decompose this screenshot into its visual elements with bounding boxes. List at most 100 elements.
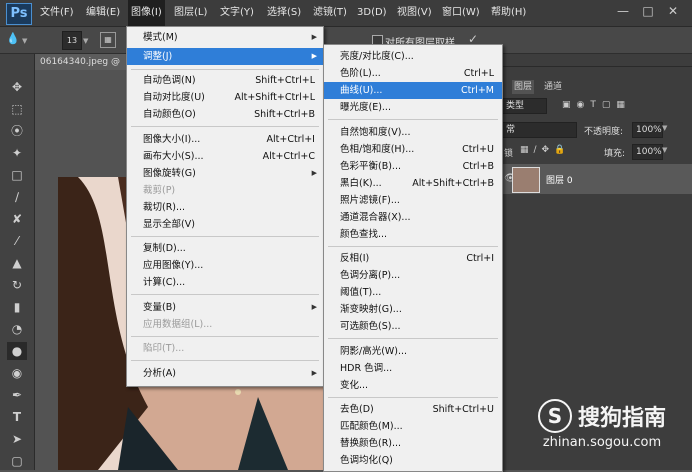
menu-item-mode[interactable]: 模式(M): [127, 29, 323, 46]
menu-item-gradient-map[interactable]: 渐变映射(G)...: [324, 301, 502, 318]
layer-row[interactable]: 👁 图层 0: [500, 164, 692, 194]
menu-separator: [131, 126, 319, 127]
menu-edit[interactable]: 编辑(E): [86, 0, 120, 26]
marquee-tool-icon[interactable]: ⬚: [7, 100, 27, 118]
close-icon[interactable]: ✕: [662, 2, 684, 20]
drop-tool-icon[interactable]: 💧: [6, 32, 20, 46]
blend-mode-select[interactable]: 常: [502, 122, 577, 138]
menu-item-invert[interactable]: 反相(I) Ctrl+I: [324, 250, 502, 267]
fill-chevron-icon[interactable]: ▼: [662, 146, 667, 154]
menu-item-vibrance[interactable]: 自然饱和度(V)...: [324, 124, 502, 141]
menu-item-image-rotation[interactable]: 图像旋转(G): [127, 165, 323, 182]
menu-item-auto-color[interactable]: 自动颜色(O) Shift+Ctrl+B: [127, 106, 323, 123]
menu-item-color-balance[interactable]: 色彩平衡(B)... Ctrl+B: [324, 158, 502, 175]
menu-item-exposure[interactable]: 曝光度(E)...: [324, 99, 502, 116]
menu-item-analysis[interactable]: 分析(A): [127, 365, 323, 382]
menu-image[interactable]: 图像(I): [128, 0, 165, 26]
menu-item-channel-mixer[interactable]: 通道混合器(X)...: [324, 209, 502, 226]
menu-item-color-lookup[interactable]: 颜色查找...: [324, 226, 502, 243]
tab-channels[interactable]: 通道: [540, 80, 566, 94]
paint-bucket-tool-icon[interactable]: ◔: [7, 320, 27, 338]
lock-icons[interactable]: ▦∕✥🔒: [520, 145, 570, 155]
menu-item-auto-contrast[interactable]: 自动对比度(U) Alt+Shift+Ctrl+L: [127, 89, 323, 106]
brush-panel-icon[interactable]: ▦: [100, 32, 116, 48]
path-selection-tool-icon[interactable]: ➤: [7, 430, 27, 448]
menu-item-desaturate[interactable]: 去色(D) Shift+Ctrl+U: [324, 401, 502, 418]
menu-view[interactable]: 视图(V): [397, 0, 432, 26]
menu-item-reveal-all[interactable]: 显示全部(V): [127, 216, 323, 233]
image-menu: 模式(M) 调整(J) 自动色调(N)Shift+Ctrl+L 自动对比度(U)…: [126, 26, 324, 387]
history-brush-tool-icon[interactable]: ↻: [7, 276, 27, 294]
menu-item-variations[interactable]: 变化...: [324, 377, 502, 394]
layer-name[interactable]: 图层 0: [546, 173, 573, 186]
menu-separator: [131, 360, 319, 361]
healing-brush-tool-icon[interactable]: ✘: [7, 210, 27, 228]
move-tool-icon[interactable]: ✥: [7, 78, 27, 96]
chevron-down-icon[interactable]: ▼: [22, 37, 27, 45]
clone-stamp-tool-icon[interactable]: ▲: [7, 254, 27, 272]
menu-window[interactable]: 窗口(W): [442, 0, 480, 26]
opacity-field[interactable]: 100%: [632, 122, 663, 138]
menu-item-trim[interactable]: 裁切(R)...: [127, 199, 323, 216]
opacity-chevron-icon[interactable]: ▼: [662, 124, 667, 132]
menu-item-match-color[interactable]: 匹配颜色(M)...: [324, 418, 502, 435]
menu-item-crop: 裁剪(P): [143, 185, 176, 196]
menu-separator: [328, 397, 498, 398]
menu-select[interactable]: 选择(S): [267, 0, 301, 26]
menu-item-apply-image[interactable]: 应用图像(Y)...: [127, 257, 323, 274]
magic-wand-tool-icon[interactable]: ✦: [7, 144, 27, 162]
eyedropper-tool-icon[interactable]: ∕: [7, 188, 27, 206]
menu-separator: [328, 119, 498, 120]
menu-item-brightness-contrast[interactable]: 亮度/对比度(C)...: [324, 48, 502, 65]
maximize-icon[interactable]: □: [637, 2, 659, 20]
layer-filter-select[interactable]: 类型: [502, 98, 547, 114]
menu-filter[interactable]: 滤镜(T): [313, 0, 347, 26]
type-tool-icon[interactable]: T: [7, 408, 27, 426]
menu-item-replace-color[interactable]: 替换颜色(R)...: [324, 435, 502, 452]
blur-tool-icon[interactable]: ●: [7, 342, 27, 360]
menu-item-selective-color[interactable]: 可选颜色(S)...: [324, 318, 502, 335]
menu-layer[interactable]: 图层(L): [174, 0, 207, 26]
menu-item-hue-saturation[interactable]: 色相/饱和度(H)... Ctrl+U: [324, 141, 502, 158]
crop-tool-icon[interactable]: □: [7, 166, 27, 184]
menu-item-curves[interactable]: 曲线(U)... Ctrl+M: [324, 82, 502, 99]
opacity-label: 不透明度:: [584, 127, 624, 137]
menu-item-photo-filter[interactable]: 照片滤镜(F)...: [324, 192, 502, 209]
tab-layers[interactable]: 图层: [512, 80, 534, 94]
menu-item-adjustments[interactable]: 调整(J): [127, 48, 323, 65]
lasso-tool-icon[interactable]: ⦿: [7, 122, 27, 140]
menu-item-threshold[interactable]: 阈值(T)...: [324, 284, 502, 301]
menu-item-variables[interactable]: 变量(B): [127, 299, 323, 316]
menu-file[interactable]: 文件(F): [40, 0, 74, 26]
brush-picker-chevron-icon[interactable]: ▼: [83, 37, 88, 45]
menu-separator: [131, 69, 319, 70]
menu-separator: [131, 336, 319, 337]
menu-item-levels[interactable]: 色阶(L)... Ctrl+L: [324, 65, 502, 82]
eraser-tool-icon[interactable]: ▮: [7, 298, 27, 316]
filter-icons[interactable]: ▣◉T▢▦: [562, 100, 631, 110]
pen-tool-icon[interactable]: ✒: [7, 386, 27, 404]
brush-tool-icon[interactable]: ⁄: [7, 232, 27, 250]
menu-help[interactable]: 帮助(H): [491, 0, 526, 26]
shape-tool-icon[interactable]: ▢: [7, 452, 27, 470]
menu-separator: [328, 246, 498, 247]
fill-field[interactable]: 100%: [632, 144, 663, 160]
menu-item-posterize[interactable]: 色调分离(P)...: [324, 267, 502, 284]
sogou-watermark: S 搜狗指南 zhinan.sogou.com: [537, 399, 666, 450]
menu-item-shadows-highlights[interactable]: 阴影/高光(W)...: [324, 343, 502, 360]
menu-item-auto-tone[interactable]: 自动色调(N) Shift+Ctrl+L: [127, 72, 323, 89]
minimize-icon[interactable]: —: [612, 2, 634, 20]
panel-divider: [500, 66, 692, 67]
menu-item-black-white[interactable]: 黑白(K)... Alt+Shift+Ctrl+B: [324, 175, 502, 192]
menu-item-image-size[interactable]: 图像大小(I)... Alt+Ctrl+I: [127, 131, 323, 148]
menu-3d[interactable]: 3D(D): [357, 0, 387, 26]
dodge-tool-icon[interactable]: ◉: [7, 364, 27, 382]
menu-item-canvas-size[interactable]: 画布大小(S)... Alt+Ctrl+C: [127, 148, 323, 165]
menu-item-duplicate[interactable]: 复制(D)...: [127, 240, 323, 257]
menu-item-hdr-toning[interactable]: HDR 色调...: [324, 360, 502, 377]
menu-item-equalize[interactable]: 色调均化(Q): [324, 452, 502, 469]
menu-type[interactable]: 文字(Y): [220, 0, 254, 26]
brush-size-field[interactable]: 13: [62, 31, 82, 50]
menu-item-calculations[interactable]: 计算(C)...: [127, 274, 323, 291]
document-tab[interactable]: 06164340.jpeg @: [35, 54, 140, 70]
